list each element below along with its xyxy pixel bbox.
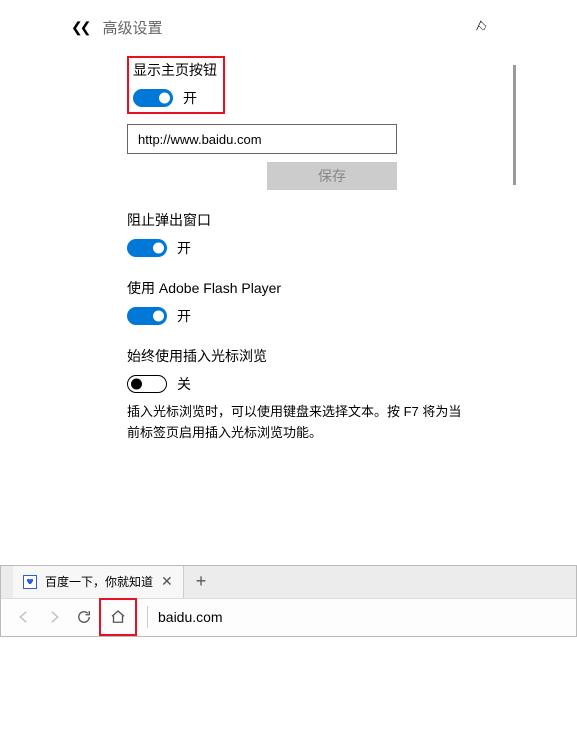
caret-toggle-row: 关	[127, 374, 470, 394]
navigation-bar: baidu.com	[1, 598, 576, 636]
homepage-url-input[interactable]	[127, 124, 397, 154]
new-tab-button[interactable]: +	[184, 571, 219, 592]
block-popups-label: 阻止弹出窗口	[127, 210, 470, 230]
caret-state: 关	[177, 374, 191, 394]
settings-body: 显示主页按钮 开 保存 阻止弹出窗口 开 使用 Adobe Flash Play…	[57, 46, 520, 484]
settings-header: ❮❮ 高级设置 ⚐	[57, 9, 520, 46]
home-button-toggle[interactable]	[133, 89, 173, 107]
home-button-state: 开	[183, 88, 197, 108]
home-button-label: 显示主页按钮	[133, 60, 217, 80]
block-popups-toggle[interactable]	[127, 239, 167, 257]
baidu-favicon	[23, 575, 37, 589]
tab-bar: 百度一下，你就知道 ✕ +	[1, 566, 576, 598]
flash-label: 使用 Adobe Flash Player	[127, 278, 470, 298]
active-tab[interactable]: 百度一下，你就知道 ✕	[13, 566, 184, 598]
caret-group: 始终使用插入光标浏览 关 插入光标浏览时，可以使用键盘来选择文本。按 F7 将为…	[127, 346, 470, 444]
home-button-group: 显示主页按钮 开 保存	[127, 56, 470, 190]
save-button[interactable]: 保存	[267, 162, 397, 190]
caret-description: 插入光标浏览时，可以使用键盘来选择文本。按 F7 将为当前标签页启用插入光标浏览…	[127, 402, 470, 444]
flash-state: 开	[177, 306, 191, 326]
back-icon[interactable]: ❮❮	[71, 19, 88, 36]
tab-title: 百度一下，你就知道	[45, 573, 153, 590]
address-bar-text[interactable]: baidu.com	[158, 609, 568, 625]
toolbar-divider	[147, 606, 148, 628]
flash-toggle-row: 开	[127, 306, 470, 326]
block-popups-state: 开	[177, 238, 191, 258]
flash-group: 使用 Adobe Flash Player 开	[127, 278, 470, 326]
home-button-toggle-row: 开	[133, 88, 217, 108]
settings-title: 高级设置	[102, 17, 475, 38]
refresh-button[interactable]	[69, 602, 99, 632]
highlight-box-home: 显示主页按钮 开	[127, 56, 225, 114]
close-tab-icon[interactable]: ✕	[161, 573, 173, 590]
home-button[interactable]	[103, 602, 133, 632]
forward-button[interactable]	[39, 602, 69, 632]
caret-label: 始终使用插入光标浏览	[127, 346, 470, 366]
block-popups-toggle-row: 开	[127, 238, 470, 258]
highlight-box-home-button	[99, 598, 137, 636]
advanced-settings-panel: ❮❮ 高级设置 ⚐ 显示主页按钮 开 保存 阻止弹出窗口 开 使用 Ado	[56, 8, 521, 485]
scrollbar-thumb[interactable]	[513, 65, 516, 185]
flash-toggle[interactable]	[127, 307, 167, 325]
caret-toggle[interactable]	[127, 375, 167, 393]
browser-window: 百度一下，你就知道 ✕ + baidu.com	[0, 565, 577, 637]
back-button[interactable]	[9, 602, 39, 632]
block-popups-group: 阻止弹出窗口 开	[127, 210, 470, 258]
